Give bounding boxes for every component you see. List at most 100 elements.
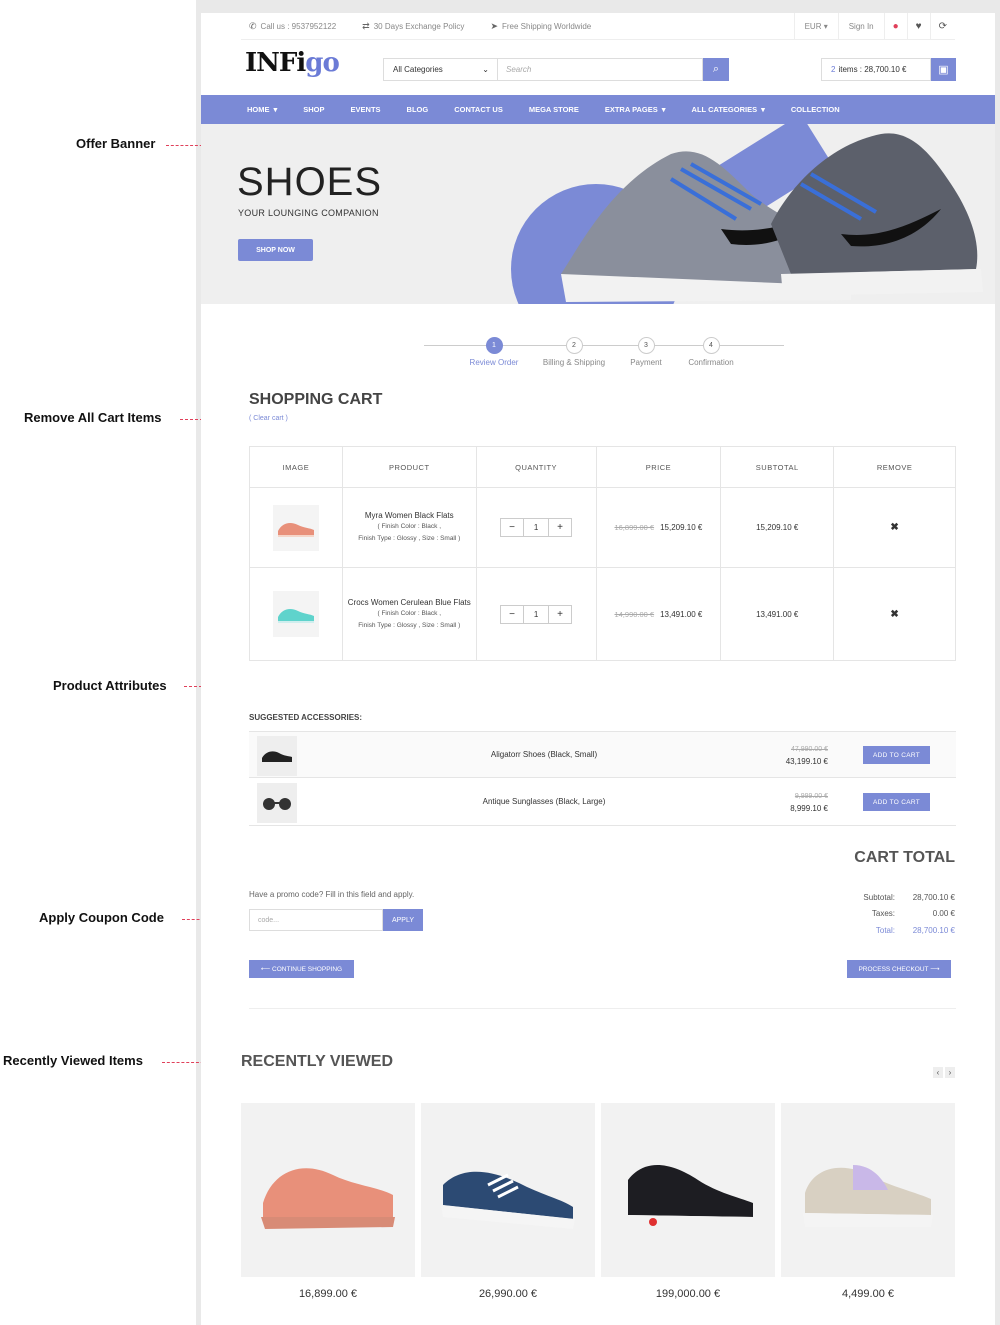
chevron-left-icon[interactable]: ‹ xyxy=(933,1067,943,1078)
chevron-right-icon[interactable]: › xyxy=(945,1067,955,1078)
attr-color: Finish Color : Black , xyxy=(381,523,442,530)
checkout-steps: 1 Review Order 2 Billing & Shipping 3 Payme… xyxy=(424,337,784,377)
nav-mega-store[interactable]: MEGA STORE xyxy=(529,105,579,114)
recent-product-card[interactable] xyxy=(241,1103,415,1277)
cart-total-title: CART TOTAL xyxy=(854,849,955,866)
step-confirmation[interactable]: 4 Confirmation xyxy=(666,337,756,367)
recent-product-price: 26,990.00 € xyxy=(478,1288,538,1300)
exchange-info: ⇄ 30 Days Exchange Policy xyxy=(354,21,464,32)
nav-events[interactable]: EVENTS xyxy=(351,105,381,114)
col-quantity: QUANTITY xyxy=(475,446,597,488)
currency-label: EUR xyxy=(804,21,822,31)
site-logo[interactable]: INFigo xyxy=(245,48,340,78)
banner-title: SHOES xyxy=(237,160,383,204)
nav-blog[interactable]: BLOG xyxy=(407,105,429,114)
plus-button[interactable]: + xyxy=(549,606,571,623)
minus-button[interactable]: − xyxy=(501,519,523,536)
col-remove: REMOVE xyxy=(833,446,956,488)
annotation-apply-coupon: Apply Coupon Code xyxy=(39,910,164,925)
caret-down-icon: ▾ xyxy=(661,105,666,114)
nav-shop[interactable]: SHOP xyxy=(303,105,324,114)
exchange-text: 30 Days Exchange Policy xyxy=(373,21,465,31)
price: 13,491.00 € xyxy=(660,609,703,619)
compare-icon[interactable]: ⟳ xyxy=(929,13,955,39)
wishlist-icon[interactable]: ♥ xyxy=(906,13,930,39)
step-label: Review Order xyxy=(469,358,519,367)
notification-icon[interactable]: ● xyxy=(883,13,907,39)
shipping-text: Free Shipping Worldwide xyxy=(501,21,592,31)
step-label: Confirmation xyxy=(688,358,734,367)
annotation-remove-all: Remove All Cart Items xyxy=(24,410,162,425)
accessory-price: 9,999.00 € 8,999.10 € xyxy=(790,791,828,815)
nav-label: EXTRA PAGES xyxy=(604,105,658,114)
search-input[interactable]: Search xyxy=(498,58,703,81)
product-attributes: ( Finish Color : Black , Finish Type : Gl… xyxy=(358,609,461,629)
remove-icon[interactable]: ✖ xyxy=(890,522,898,533)
plus-button[interactable]: + xyxy=(549,519,571,536)
add-to-cart-button[interactable]: ADD TO CART xyxy=(863,746,930,764)
quantity-input[interactable]: 1 xyxy=(523,519,550,536)
mini-cart[interactable]: 2 items : 28,700.10 € xyxy=(821,58,931,81)
continue-shopping-button[interactable]: ⟵ CONTINUE SHOPPING xyxy=(249,960,354,978)
subtotal-label: Subtotal: xyxy=(863,893,895,902)
clear-cart-link[interactable]: ( Clear cart ) xyxy=(249,415,288,422)
cart-title: SHOPPING CART xyxy=(249,391,383,408)
product-thumbnail[interactable] xyxy=(272,591,319,637)
recent-product-card[interactable] xyxy=(781,1103,955,1277)
nav-home[interactable]: HOME ▾ xyxy=(247,105,277,114)
chevron-down-icon: ⌄ xyxy=(482,65,489,74)
cart-table: IMAGE PRODUCT QUANTITY PRICE SUBTOTAL RE… xyxy=(249,446,956,661)
recent-product-price: 199,000.00 € xyxy=(655,1288,721,1300)
cart-button[interactable]: ▣ xyxy=(931,58,956,81)
step-number: 2 xyxy=(565,337,583,354)
search-icon: ⌕ xyxy=(712,63,720,75)
product-name[interactable]: Crocs Women Cerulean Blue Flats xyxy=(343,597,476,608)
shoe-icon xyxy=(277,609,314,623)
annotation-product-attributes: Product Attributes xyxy=(53,678,167,693)
nav-extra-pages[interactable]: EXTRA PAGES ▾ xyxy=(605,105,666,114)
process-checkout-button[interactable]: PROCESS CHECKOUT ⟶ xyxy=(847,960,951,978)
nav-all-categories[interactable]: ALL CATEGORIES ▾ xyxy=(692,105,765,114)
accessory-name[interactable]: Antique Sunglasses (Black, Large) xyxy=(249,797,839,806)
search-button[interactable]: ⌕ xyxy=(703,58,729,81)
taxes-label: Taxes: xyxy=(871,909,895,918)
minus-button[interactable]: − xyxy=(501,606,523,623)
quantity-input[interactable]: 1 xyxy=(523,605,550,623)
product-thumbnail[interactable] xyxy=(272,504,319,551)
recent-product-card[interactable] xyxy=(601,1103,775,1277)
annotation-offer-banner: Offer Banner xyxy=(76,136,156,151)
accessory-name[interactable]: Aligatorr Shoes (Black, Small) xyxy=(249,750,839,759)
apply-coupon-button[interactable]: APPLY xyxy=(383,909,423,931)
add-to-cart-button[interactable]: ADD TO CART xyxy=(863,793,930,811)
accessory-new-price: 43,199.10 € xyxy=(785,757,828,766)
currency-select[interactable]: EUR ▾ xyxy=(793,13,838,39)
step-review-order[interactable]: 1 Review Order xyxy=(449,337,539,367)
taxes-row: Taxes: 0.00 € xyxy=(805,909,955,918)
shoe-icon xyxy=(261,1168,395,1229)
remove-icon[interactable]: ✖ xyxy=(890,609,898,620)
store-page: ✆ Call us : 9537952122 ⇄ 30 Days Exchange … xyxy=(201,13,995,1325)
nav-contact[interactable]: CONTACT US xyxy=(454,105,503,114)
product-attributes: ( Finish Color : Black , Finish Type : Gl… xyxy=(358,523,461,542)
accessory-old-price: 47,990.00 € xyxy=(791,746,828,753)
nav-collection[interactable]: COLLECTION xyxy=(791,105,840,114)
taxes-value: 0.00 € xyxy=(932,909,955,918)
old-price: 16,899.00 € xyxy=(614,523,655,532)
col-price: PRICE xyxy=(595,446,722,488)
shop-now-button[interactable]: SHOP NOW xyxy=(238,239,313,261)
suggested-item: Aligatorr Shoes (Black, Small) 47,990.00… xyxy=(249,731,956,778)
col-product: PRODUCT xyxy=(341,446,477,488)
recently-viewed-title: RECENTLY VIEWED xyxy=(241,1053,394,1070)
coupon-input[interactable]: code... xyxy=(249,909,383,931)
quantity-stepper: −1 + xyxy=(500,518,573,537)
recent-product-card[interactable] xyxy=(421,1103,595,1277)
category-select[interactable]: All Categories ⌄ xyxy=(383,58,498,81)
product-name[interactable]: Myra Women Black Flats xyxy=(343,510,476,521)
sign-in-link[interactable]: Sign In xyxy=(837,13,884,39)
shopping-bag-icon: ▣ xyxy=(938,64,949,76)
accessory-old-price: 9,999.00 € xyxy=(794,793,828,800)
suggested-item: Antique Sunglasses (Black, Large) 9,999.… xyxy=(249,779,956,826)
table-header-row: IMAGE PRODUCT QUANTITY PRICE SUBTOTAL RE… xyxy=(249,446,956,488)
table-row: Myra Women Black Flats ( Finish Color : B… xyxy=(249,487,956,568)
logo-accent-text: go xyxy=(305,48,340,78)
